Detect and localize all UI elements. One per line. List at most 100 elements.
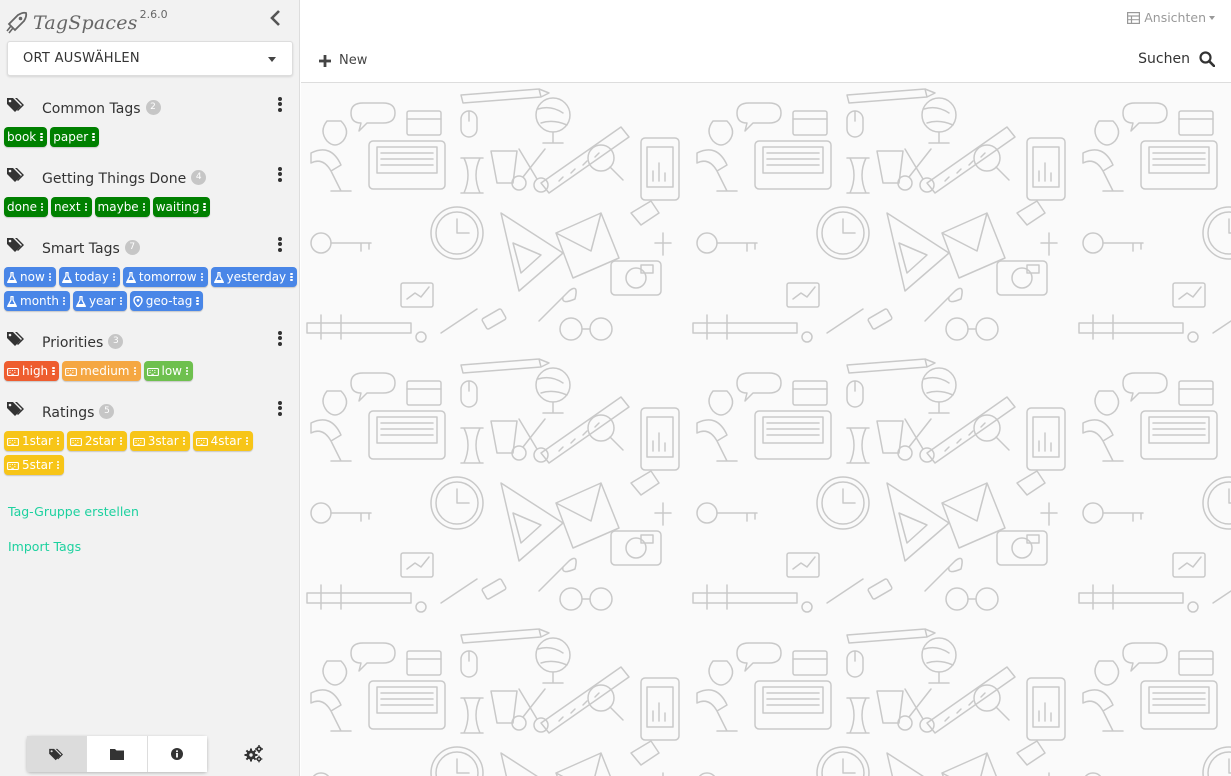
tag-menu-icon[interactable] [196,296,199,306]
tag-menu-icon[interactable] [48,272,52,282]
tag-today[interactable]: today [58,267,120,287]
flask-icon [61,271,72,283]
tag-group-menu-button[interactable] [272,329,288,347]
tag-month[interactable]: month [4,291,70,311]
tag-menu-icon[interactable] [119,436,123,446]
caret-down-icon [1209,15,1215,20]
import-tags-link[interactable]: Import Tags [8,539,81,554]
app-name: TagSpaces [33,12,138,34]
search-label: Suchen [1138,51,1190,67]
tag-group-header-common-tags[interactable]: Common Tags 2 [0,95,300,121]
tag-label: next [53,200,81,214]
tag-group-menu-button[interactable] [272,399,288,417]
tag-label: high [22,364,49,378]
tag-group-header-ratings[interactable]: Ratings 5 [0,399,300,425]
tag-2star[interactable]: 2star [66,431,127,451]
tag-waiting[interactable]: waiting [152,197,211,217]
tag-3star[interactable]: 3star [129,431,190,451]
tag-menu-icon[interactable] [40,202,44,212]
tag-menu-icon[interactable] [200,272,204,282]
tag-geo-tag[interactable]: geo-tag [129,291,204,311]
collapse-sidebar-button[interactable] [266,8,286,28]
tag-paper[interactable]: paper [50,127,100,147]
tag-maybe[interactable]: maybe [94,197,150,217]
tab-info[interactable] [147,736,207,772]
tag-menu-icon[interactable] [142,202,146,212]
tag-menu-icon[interactable] [56,460,60,470]
tag-group-title: Getting Things Done 4 [42,170,207,187]
tag-menu-icon[interactable] [203,202,206,212]
tag-menu-icon[interactable] [56,436,60,446]
location-select[interactable]: ORT AUSWÄHLEN [7,41,293,76]
keyboard-icon [69,437,82,446]
tag-high[interactable]: high [4,361,60,381]
location-select-label: ORT AUSWÄHLEN [23,51,140,66]
tag-menu-icon[interactable] [182,436,186,446]
tag-year[interactable]: year [72,291,127,311]
tag-group-header-smart-tags[interactable]: Smart Tags 7 [0,235,300,261]
tag-menu-icon[interactable] [133,366,137,376]
keyboard-icon [146,367,159,376]
settings-button[interactable] [244,744,264,764]
tag-tomorrow[interactable]: tomorrow [122,267,208,287]
search-button[interactable]: Suchen [1138,51,1215,67]
tag-low[interactable]: low [143,361,193,381]
tag-menu-icon[interactable] [52,366,55,376]
tag-menu-icon[interactable] [186,366,189,376]
tag-group-menu-button[interactable] [272,165,288,183]
tag-label: yesterday [226,270,287,284]
tag-done[interactable]: done [4,197,48,217]
tag-row: 1star 2star 3star 4star [4,431,253,451]
create-tag-group-link[interactable]: Tag-Gruppe erstellen [8,504,139,519]
flask-icon [7,295,17,307]
tag-group-menu-button[interactable] [272,235,288,253]
tag-label: paper [53,130,89,144]
tag-5star[interactable]: 5star [4,455,64,475]
tag-book[interactable]: book [4,127,48,147]
flask-icon [7,271,17,283]
tag-group-title-text: Priorities [42,335,104,351]
tab-folders[interactable] [87,736,148,772]
tag-group-title-text: Ratings [42,405,95,421]
tag-next[interactable]: next [50,197,92,217]
kebab-menu-icon [272,330,288,346]
tag-label: low [161,364,183,378]
tag-row: 5star [4,455,64,475]
tag-row: book paper [4,127,100,147]
tag-group-title-text: Getting Things Done [42,171,187,187]
tag-group-menu-button[interactable] [272,95,288,113]
tag-menu-icon[interactable] [112,272,116,282]
flask-icon [125,271,136,283]
tag-menu-icon[interactable] [245,436,249,446]
tab-tags[interactable] [27,736,88,772]
tag-label: 4star [210,434,242,448]
new-button[interactable]: New [319,53,367,68]
sidebar: TagSpaces 2.6.0 ORT AUSWÄHLEN Common Tag… [0,0,300,776]
tag-medium[interactable]: medium [62,361,141,381]
tag-label: 1star [22,434,53,448]
tag-yesterday[interactable]: yesterday [210,267,298,287]
tag-label: book [7,130,37,144]
tag-group-header-priorities[interactable]: Priorities 3 [0,329,300,355]
folder-icon [109,749,124,760]
tag-menu-icon[interactable] [84,202,88,212]
tag-now[interactable]: now [4,267,56,287]
table-icon [1127,11,1141,24]
tag-menu-icon[interactable] [40,132,43,142]
kebab-menu-icon [272,166,288,182]
views-button[interactable]: Ansichten [1127,10,1215,25]
tag-row: month year geo-tag [4,291,204,311]
keyboard-icon [65,367,78,376]
tag-1star[interactable]: 1star [4,431,64,451]
tag-menu-icon[interactable] [290,272,293,282]
keyboard-icon [7,367,19,376]
chevron-left-icon [270,10,280,26]
tag-menu-icon[interactable] [119,296,123,306]
tag-group-header-getting-things-done[interactable]: Getting Things Done 4 [0,165,300,191]
caret-down-icon [268,57,276,62]
tag-label: 2star [84,434,116,448]
tag-4star[interactable]: 4star [192,431,253,451]
tag-menu-icon[interactable] [62,296,66,306]
tag-menu-icon[interactable] [92,132,95,142]
tag-group-title-text: Smart Tags [42,241,120,257]
